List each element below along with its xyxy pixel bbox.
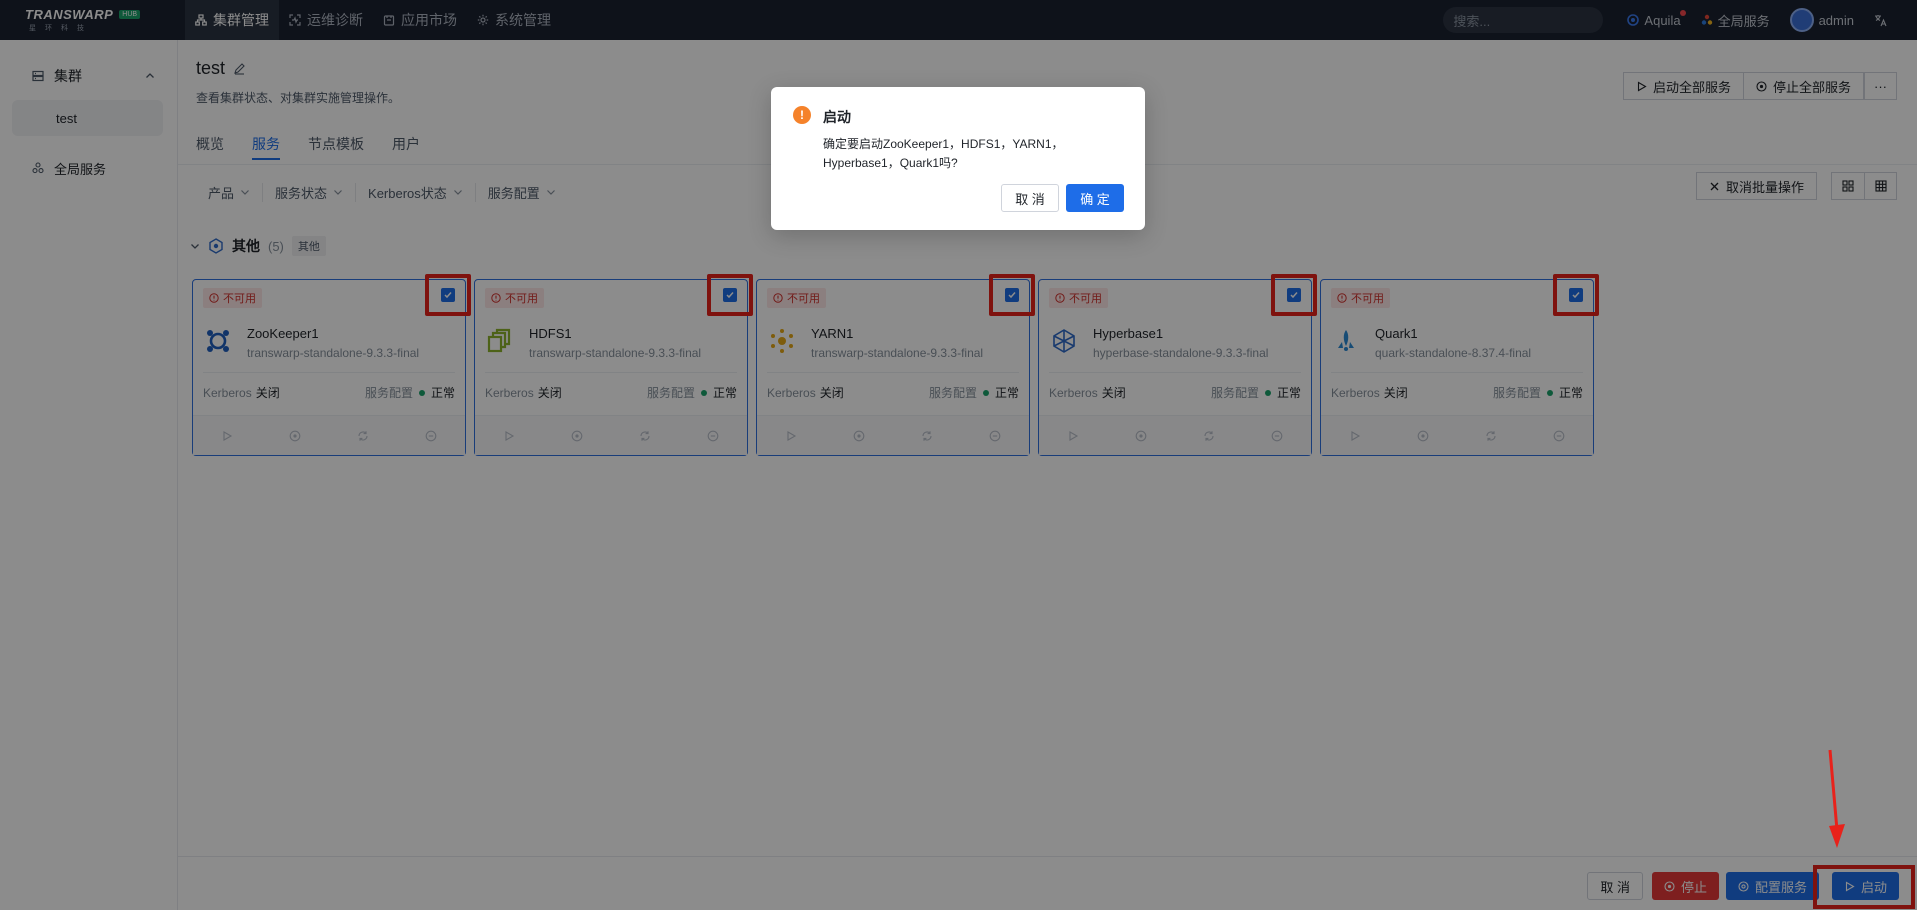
- dialog-cancel-button[interactable]: 取 消: [1001, 184, 1059, 212]
- dialog-title: 启动: [823, 109, 851, 125]
- red-arrow-annotation: [1828, 749, 1845, 848]
- confirm-start-dialog: ! 启动 确定要启动ZooKeeper1，HDFS1，YARN1，Hyperba…: [771, 87, 1145, 230]
- dialog-confirm-button[interactable]: 确 定: [1066, 184, 1124, 212]
- warning-icon: !: [793, 106, 811, 124]
- dialog-message: 确定要启动ZooKeeper1，HDFS1，YARN1，Hyperbase1，Q…: [823, 137, 1064, 170]
